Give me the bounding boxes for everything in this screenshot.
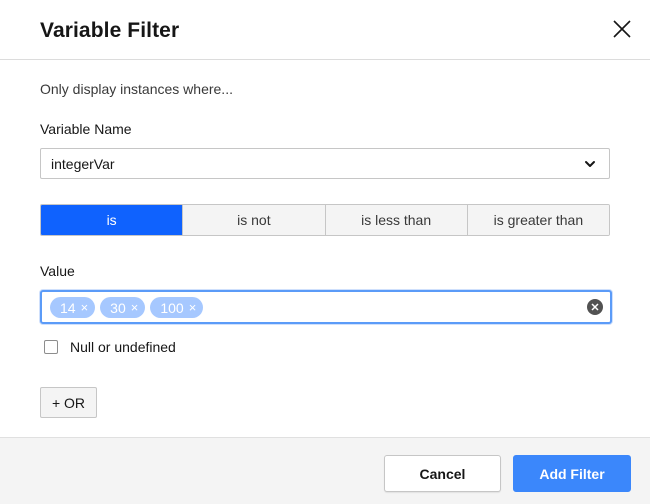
operator-selector: is is not is less than is greater than bbox=[40, 204, 610, 236]
cancel-button[interactable]: Cancel bbox=[384, 455, 501, 492]
remove-tag-icon[interactable]: × bbox=[189, 301, 197, 314]
clear-circle-icon bbox=[591, 303, 599, 311]
close-icon bbox=[613, 20, 631, 38]
operator-less-than[interactable]: is less than bbox=[324, 205, 467, 235]
dialog-header: Variable Filter bbox=[0, 0, 650, 60]
operator-is-not[interactable]: is not bbox=[182, 205, 325, 235]
operator-greater-than[interactable]: is greater than bbox=[466, 205, 609, 235]
chevron-down-icon bbox=[585, 161, 595, 167]
null-or-undefined-label: Null or undefined bbox=[70, 339, 176, 355]
close-button[interactable] bbox=[606, 13, 638, 45]
variable-name-label: Variable Name bbox=[40, 121, 132, 137]
value-tag-text: 30 bbox=[110, 299, 126, 316]
null-or-undefined-option[interactable]: Null or undefined bbox=[44, 339, 176, 355]
value-tag: 30 × bbox=[100, 297, 146, 318]
value-tag: 100 × bbox=[150, 297, 204, 318]
dialog-footer: Cancel Add Filter bbox=[0, 437, 650, 504]
operator-is[interactable]: is bbox=[41, 205, 183, 235]
filter-intro-text: Only display instances where... bbox=[40, 81, 233, 97]
null-or-undefined-checkbox[interactable] bbox=[44, 340, 58, 354]
value-tag-list: 14 × 30 × 100 × bbox=[50, 297, 204, 318]
dialog-title: Variable Filter bbox=[40, 19, 180, 42]
value-label: Value bbox=[40, 263, 75, 279]
value-tag: 14 × bbox=[50, 297, 96, 318]
remove-tag-icon[interactable]: × bbox=[131, 301, 139, 314]
value-tags-input[interactable]: 14 × 30 × 100 × bbox=[40, 290, 612, 324]
add-or-condition-button[interactable]: + OR bbox=[40, 387, 97, 418]
value-tag-text: 100 bbox=[160, 299, 184, 316]
clear-values-button[interactable] bbox=[587, 299, 603, 315]
value-tag-text: 14 bbox=[60, 299, 76, 316]
variable-filter-dialog: Variable Filter Only display instances w… bbox=[0, 0, 650, 504]
variable-name-value: integerVar bbox=[51, 156, 115, 172]
variable-name-dropdown[interactable]: integerVar bbox=[40, 148, 610, 179]
add-filter-button[interactable]: Add Filter bbox=[513, 455, 631, 492]
remove-tag-icon[interactable]: × bbox=[81, 301, 89, 314]
